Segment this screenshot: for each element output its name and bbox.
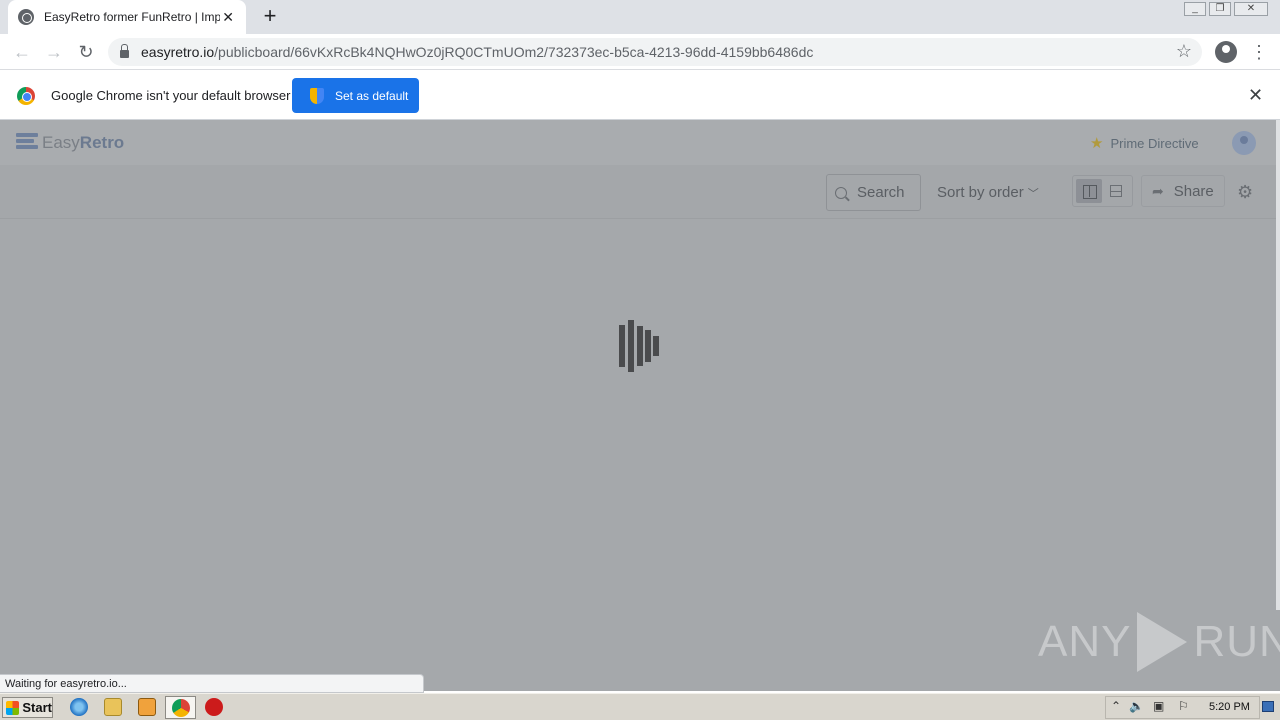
url-text: easyretro.io/publicboard/66vKxRcBk4NQHwO… — [141, 44, 813, 60]
view-toggle — [1072, 175, 1133, 207]
close-infobar-icon[interactable]: ✕ — [1248, 85, 1263, 106]
columns-view-icon[interactable] — [1076, 179, 1102, 203]
app-logo-text[interactable]: EasyRetro — [42, 133, 124, 153]
prime-directive-label: Prime Directive — [1110, 135, 1199, 151]
browser-toolbar: ← → ↻ easyretro.io/publicboard/66vKxRcBk… — [0, 34, 1280, 70]
shield-icon — [310, 87, 324, 104]
easyretro-logo-icon — [16, 133, 38, 153]
close-tab-icon[interactable]: ✕ — [220, 9, 236, 26]
browser-titlebar: EasyRetro former FunRetro | Impro ✕ + _ … — [0, 0, 1280, 34]
gear-icon[interactable]: ⚙ — [1237, 183, 1253, 201]
rows-view-icon[interactable] — [1110, 185, 1122, 197]
profile-icon[interactable] — [1215, 41, 1237, 63]
prime-directive-link[interactable]: ★ Prime Directive — [1090, 134, 1199, 152]
close-window-button[interactable]: ✕ — [1234, 2, 1268, 16]
opera-icon[interactable] — [205, 698, 223, 716]
file-explorer-icon[interactable] — [104, 698, 122, 716]
globe-icon — [18, 9, 34, 25]
start-button[interactable]: Start — [2, 697, 53, 718]
chrome-logo-icon — [17, 87, 35, 105]
kebab-menu-icon[interactable]: ⋮ — [1250, 40, 1268, 64]
board-toolbar: Search Sort by order ﹀ ➦ Share ⚙ — [0, 165, 1276, 219]
media-player-icon[interactable] — [138, 698, 156, 716]
network-icon[interactable]: ▣ — [1153, 699, 1164, 713]
reload-icon[interactable]: ↻ — [74, 40, 98, 64]
forward-arrow-icon[interactable]: → — [42, 40, 66, 64]
minimize-button[interactable]: _ — [1184, 2, 1206, 16]
url-path: /publicboard/66vKxRcBk4NQHwOz0jRQ0CTmUOm… — [214, 44, 814, 60]
set-as-default-label: Set as default — [335, 88, 409, 103]
start-label: Start — [22, 700, 52, 715]
url-host: easyretro.io — [141, 44, 215, 60]
watermark-right: RUN — [1193, 617, 1280, 666]
sort-label: Sort by order — [937, 184, 1024, 201]
logo-bold: Retro — [79, 133, 125, 152]
lock-icon — [120, 44, 129, 58]
restore-button[interactable]: ❐ — [1209, 2, 1231, 16]
clock[interactable]: 5:20 PM — [1209, 701, 1250, 713]
infobar-message: Google Chrome isn't your default browser — [51, 88, 291, 103]
share-button[interactable]: ➦ Share — [1141, 175, 1225, 207]
page-content: EasyRetro ★ Prime Directive Search Sort … — [0, 120, 1280, 691]
share-label: Share — [1173, 182, 1214, 200]
browser-tab[interactable]: EasyRetro former FunRetro | Impro ✕ — [8, 0, 246, 34]
vertical-scrollbar[interactable] — [1276, 120, 1280, 610]
watermark-left: ANY — [1038, 617, 1132, 666]
taskbar-chrome-button[interactable] — [165, 696, 196, 719]
new-tab-button[interactable]: + — [258, 5, 282, 29]
search-label: Search — [857, 184, 905, 201]
status-bubble: Waiting for easyretro.io... — [0, 674, 424, 693]
star-icon: ★ — [1090, 135, 1104, 152]
logo-light: Easy — [42, 133, 80, 152]
anyrun-watermark: ANY RUN — [1038, 612, 1280, 672]
search-icon — [835, 186, 847, 199]
chevron-down-icon: ﹀ — [1027, 188, 1039, 200]
back-arrow-icon[interactable]: ← — [10, 40, 34, 64]
action-center-flag-icon[interactable]: ⚐ — [1178, 699, 1189, 713]
app-header: EasyRetro ★ Prime Directive — [0, 120, 1276, 165]
set-as-default-button[interactable]: Set as default — [292, 78, 419, 113]
volume-icon[interactable]: 🔈 — [1129, 699, 1144, 713]
share-arrow-icon: ➦ — [1152, 182, 1164, 199]
search-button[interactable]: Search — [826, 174, 921, 211]
user-avatar[interactable] — [1232, 131, 1256, 155]
sort-dropdown[interactable]: Sort by order ﹀ — [937, 184, 1039, 201]
show-desktop-icon[interactable] — [1262, 701, 1274, 712]
default-browser-infobar: Google Chrome isn't your default browser… — [0, 71, 1280, 120]
windows-logo-icon — [6, 700, 20, 715]
tab-title: EasyRetro former FunRetro | Impro — [44, 10, 221, 24]
chrome-icon — [172, 699, 190, 717]
internet-explorer-icon[interactable] — [70, 698, 88, 716]
tray-expand-icon[interactable]: ⌃ — [1111, 699, 1121, 713]
windows-taskbar: Start ⌃ 🔈 ▣ ⚐ 5:20 PM — [0, 693, 1280, 720]
address-bar[interactable]: easyretro.io/publicboard/66vKxRcBk4NQHwO… — [108, 38, 1202, 66]
loading-spinner-icon — [619, 320, 659, 372]
bookmark-star-icon[interactable]: ☆ — [1176, 41, 1192, 62]
play-icon — [1137, 612, 1188, 672]
